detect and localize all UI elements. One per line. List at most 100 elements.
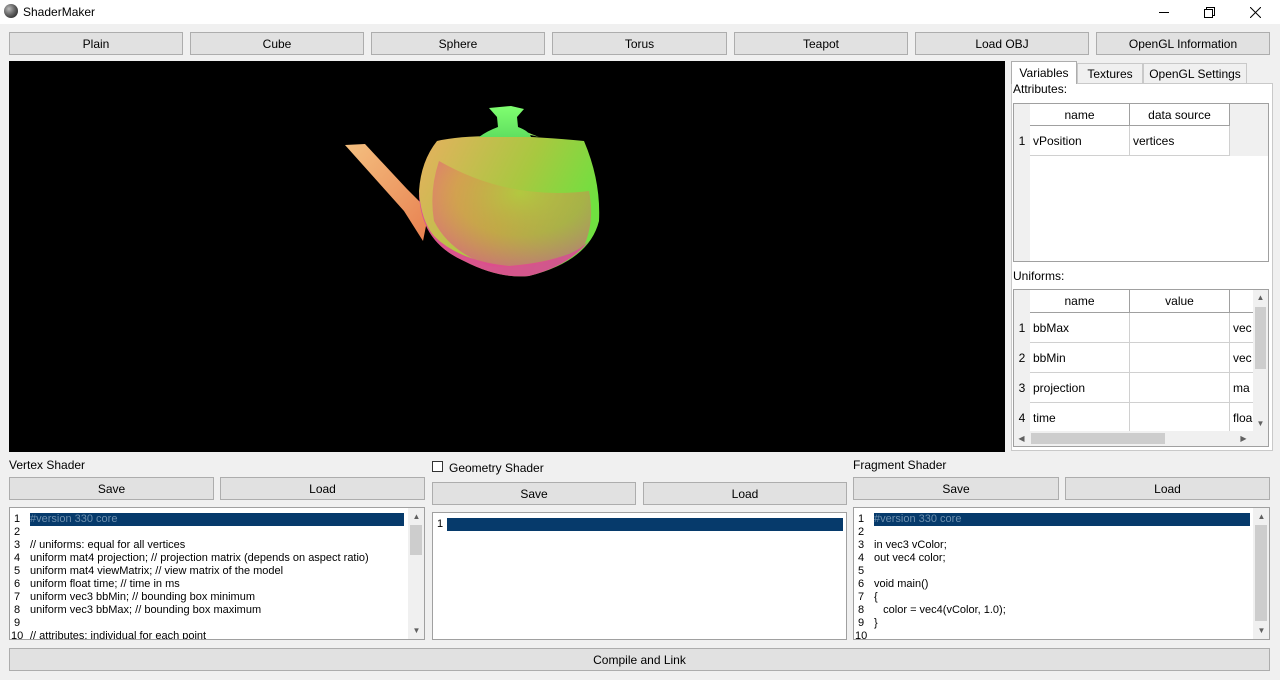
vertex-shader-label: Vertex Shader — [9, 458, 86, 472]
tab-variables[interactable]: Variables — [1011, 61, 1077, 84]
scroll-up-icon[interactable]: ▲ — [409, 509, 424, 524]
geometry-shader-label: Geometry Shader — [449, 461, 544, 475]
attribute-name-cell[interactable]: vPosition — [1030, 126, 1130, 156]
geometry-shader-checkbox[interactable] — [432, 461, 443, 472]
uniform-value-cell[interactable] — [1130, 343, 1230, 373]
attributes-table[interactable]: name data source 1 vPosition vertices — [1013, 103, 1269, 262]
close-icon[interactable] — [1232, 0, 1278, 24]
uniform-value-cell[interactable] — [1130, 313, 1230, 343]
uniform-value-cell[interactable] — [1130, 373, 1230, 403]
restore-icon[interactable] — [1186, 0, 1232, 24]
vertex-vscroll-thumb[interactable] — [410, 525, 422, 555]
attribute-source-cell[interactable]: vertices — [1130, 126, 1230, 156]
fragment-save-button[interactable]: Save — [853, 477, 1059, 500]
line-number: 8 — [858, 604, 865, 616]
uniforms-hscroll-thumb[interactable] — [1031, 433, 1165, 444]
line-number: 2 — [858, 526, 865, 538]
line-number: 1 — [14, 513, 21, 525]
code-line: uniform vec3 bbMax; // bounding box maxi… — [30, 604, 262, 616]
line-number: 5 — [858, 565, 865, 577]
uniform-row-header: 3 — [1014, 373, 1030, 403]
uniform-row-header: 2 — [1014, 343, 1030, 373]
tab-textures[interactable]: Textures — [1077, 63, 1143, 83]
fragment-vscroll-thumb[interactable] — [1255, 525, 1267, 621]
vertex-shader-editor[interactable]: 1 #version 330 core 2 3 // uniforms: equ… — [9, 507, 425, 640]
line-number: 6 — [14, 578, 21, 590]
geometry-save-button[interactable]: Save — [432, 482, 636, 505]
line-number: 4 — [858, 552, 865, 564]
uniform-name-cell[interactable]: time — [1030, 403, 1130, 433]
line-number: 2 — [14, 526, 21, 538]
attributes-col-source[interactable]: data source — [1130, 104, 1230, 126]
opengl-information-button[interactable]: OpenGL Information — [1096, 32, 1270, 55]
vertex-save-button[interactable]: Save — [9, 477, 214, 500]
uniforms-vscroll-thumb[interactable] — [1255, 307, 1266, 369]
line-number: 3 — [858, 539, 865, 551]
uniform-name-cell[interactable]: projection — [1030, 373, 1130, 403]
fragment-shader-label: Fragment Shader — [853, 458, 947, 472]
uniforms-table[interactable]: name value 1 bbMax vec 2 bbMin vec 3 pro… — [1013, 289, 1269, 447]
attributes-col-name[interactable]: name — [1030, 104, 1130, 126]
load-obj-button[interactable]: Load OBJ — [915, 32, 1089, 55]
uniform-type-cell[interactable]: floa — [1230, 403, 1254, 433]
geometry-load-button[interactable]: Load — [643, 482, 847, 505]
attributes-empty-area — [1030, 156, 1268, 261]
uniform-name-cell[interactable]: bbMin — [1030, 343, 1130, 373]
uniform-row-header: 4 — [1014, 403, 1030, 433]
scroll-up-icon[interactable]: ▲ — [1253, 290, 1268, 305]
code-line: // uniforms: equal for all vertices — [30, 539, 186, 551]
line-number: 9 — [858, 617, 865, 629]
attributes-row-header: 1 — [1014, 126, 1030, 156]
scroll-up-icon[interactable]: ▲ — [1254, 509, 1269, 524]
line-number: 4 — [14, 552, 21, 564]
uniform-name-cell[interactable]: bbMax — [1030, 313, 1130, 343]
tab-opengl-settings[interactable]: OpenGL Settings — [1143, 63, 1247, 83]
code-line: uniform mat4 projection; // projection m… — [30, 552, 369, 564]
code-line: out vec4 color; — [874, 552, 946, 564]
render-viewport[interactable] — [9, 61, 1005, 452]
uniform-row-header: 1 — [1014, 313, 1030, 343]
scroll-down-icon[interactable]: ▼ — [1254, 623, 1269, 638]
cube-button[interactable]: Cube — [190, 32, 364, 55]
scroll-down-icon[interactable]: ▼ — [1253, 416, 1268, 431]
code-line: uniform mat4 viewMatrix; // view matrix … — [30, 565, 284, 577]
uniforms-col-name[interactable]: name — [1030, 290, 1130, 313]
uniform-type-cell[interactable]: vec — [1230, 343, 1254, 373]
teapot-button[interactable]: Teapot — [734, 32, 908, 55]
fragment-shader-editor[interactable]: 1 #version 330 core 2 3 in vec3 vColor; … — [853, 507, 1270, 640]
scroll-right-icon[interactable]: ▶ — [1236, 431, 1251, 446]
scroll-left-icon[interactable]: ◀ — [1014, 431, 1029, 446]
current-line-highlight — [447, 518, 843, 531]
line-number: 1 — [858, 513, 865, 525]
torus-button[interactable]: Torus — [552, 32, 727, 55]
app-icon — [4, 4, 18, 18]
code-line: } — [874, 617, 878, 629]
uniform-type-cell[interactable]: ma — [1230, 373, 1254, 403]
sphere-button[interactable]: Sphere — [371, 32, 545, 55]
vertex-load-button[interactable]: Load — [220, 477, 425, 500]
line-number: 7 — [858, 591, 865, 603]
geometry-shader-editor[interactable]: 1 — [432, 512, 847, 640]
code-line: { — [874, 591, 878, 603]
scroll-down-icon[interactable]: ▼ — [409, 623, 424, 638]
line-number: 7 — [14, 591, 21, 603]
uniforms-col-type[interactable] — [1230, 290, 1254, 313]
code-line: #version 330 core — [874, 513, 962, 525]
code-line: #version 330 core — [30, 513, 118, 525]
fragment-load-button[interactable]: Load — [1065, 477, 1270, 500]
code-line: void main() — [874, 578, 929, 590]
minimize-icon[interactable] — [1141, 0, 1187, 24]
teapot-render — [345, 106, 600, 277]
compile-and-link-button[interactable]: Compile and Link — [9, 648, 1270, 671]
line-number: 6 — [858, 578, 865, 590]
plain-button[interactable]: Plain — [9, 32, 183, 55]
code-line: in vec3 vColor; — [874, 539, 947, 551]
code-line: uniform float time; // time in ms — [30, 578, 180, 590]
line-number: 5 — [14, 565, 21, 577]
uniform-value-cell[interactable] — [1130, 403, 1230, 433]
line-number: 8 — [14, 604, 21, 616]
window-title: ShaderMaker — [23, 5, 96, 19]
uniform-type-cell[interactable]: vec — [1230, 313, 1254, 343]
line-number: 10 — [855, 630, 868, 640]
uniforms-col-value[interactable]: value — [1130, 290, 1230, 313]
